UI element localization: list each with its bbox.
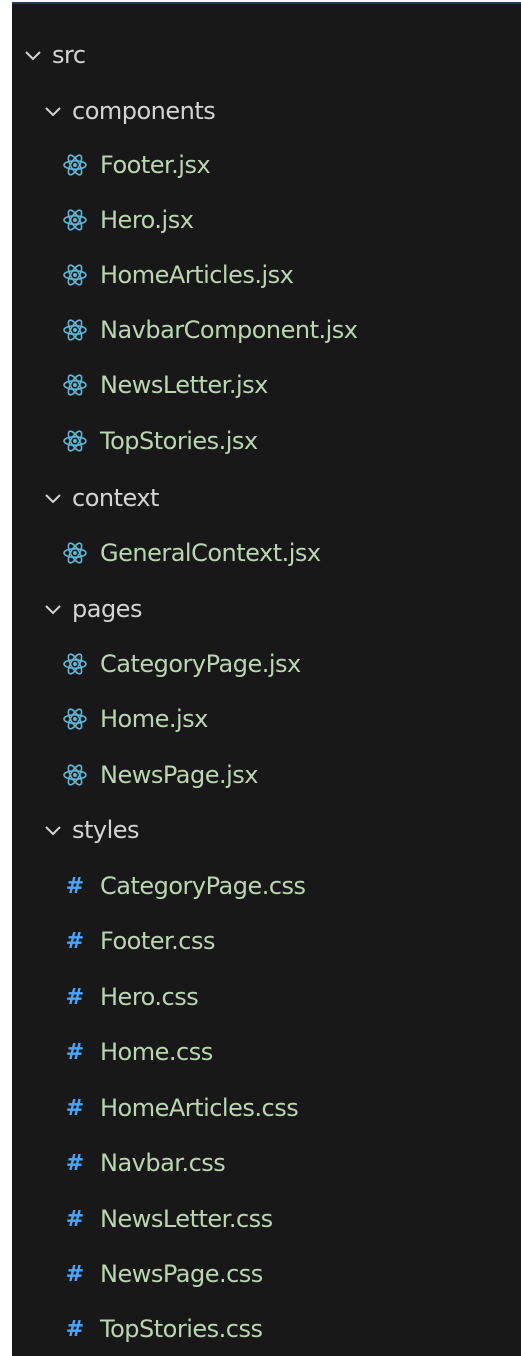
file-topstories-jsx[interactable]: TopStories.jsx [12, 416, 521, 466]
file-newsletter-jsx[interactable]: NewsLetter.jsx [12, 360, 521, 410]
file-categorypage-jsx[interactable]: CategoryPage.jsx [12, 639, 521, 689]
css-hash-icon: # [65, 1316, 85, 1342]
file-label: Hero.jsx [100, 206, 194, 234]
file-label: NewsPage.jsx [100, 761, 258, 789]
file-label: HomeArticles.jsx [100, 261, 294, 289]
css-hash-icon: # [65, 1150, 85, 1176]
react-icon [62, 540, 88, 566]
file-label: NewsLetter.css [100, 1205, 273, 1233]
file-label: NewsLetter.jsx [100, 371, 268, 399]
folder-label: src [52, 41, 86, 69]
folder-pages[interactable]: pages [12, 584, 521, 634]
file-label: Footer.css [100, 927, 216, 955]
file-label: Footer.jsx [100, 151, 211, 179]
react-icon [62, 207, 88, 233]
react-icon [62, 152, 88, 178]
chevron-down-icon[interactable] [42, 819, 64, 841]
file-newsletter-css[interactable]: # NewsLetter.css [12, 1194, 521, 1244]
file-home-jsx[interactable]: Home.jsx [12, 694, 521, 744]
folder-label: styles [72, 816, 140, 844]
react-icon [62, 706, 88, 732]
file-hero-css[interactable]: # Hero.css [12, 972, 521, 1022]
folder-styles[interactable]: styles [12, 805, 521, 855]
file-label: Home.css [100, 1038, 213, 1066]
file-label: TopStories.jsx [100, 427, 258, 455]
css-hash-icon: # [65, 1261, 85, 1287]
folder-label: pages [72, 595, 142, 623]
file-label: Home.jsx [100, 705, 208, 733]
file-label: Navbar.css [100, 1149, 226, 1177]
css-hash-icon: # [65, 984, 85, 1010]
chevron-down-icon[interactable] [42, 598, 64, 620]
file-label: Hero.css [100, 983, 199, 1011]
react-icon [62, 262, 88, 288]
file-explorer-tree: src components Footer.jsx Hero.jsx HomeA… [12, 2, 521, 1356]
chevron-down-icon[interactable] [22, 44, 44, 66]
file-label: NewsPage.css [100, 1260, 263, 1288]
file-homearticles-css[interactable]: # HomeArticles.css [12, 1083, 521, 1133]
react-icon [62, 372, 88, 398]
file-footer-css[interactable]: # Footer.css [12, 916, 521, 966]
file-newspage-jsx[interactable]: NewsPage.jsx [12, 750, 521, 800]
css-hash-icon: # [65, 1039, 85, 1065]
file-footer-jsx[interactable]: Footer.jsx [12, 140, 521, 190]
folder-label: components [72, 97, 216, 125]
react-icon [62, 317, 88, 343]
react-icon [62, 651, 88, 677]
folder-context[interactable]: context [12, 473, 521, 523]
file-label: CategoryPage.css [100, 872, 306, 900]
file-label: HomeArticles.css [100, 1094, 299, 1122]
file-generalcontext-jsx[interactable]: GeneralContext.jsx [12, 528, 521, 578]
file-navbar-css[interactable]: # Navbar.css [12, 1138, 521, 1188]
folder-label: context [72, 484, 159, 512]
folder-src[interactable]: src [12, 30, 521, 80]
file-hero-jsx[interactable]: Hero.jsx [12, 195, 521, 245]
css-hash-icon: # [65, 873, 85, 899]
chevron-down-icon[interactable] [42, 487, 64, 509]
file-newspage-css[interactable]: # NewsPage.css [12, 1249, 521, 1299]
css-hash-icon: # [65, 1206, 85, 1232]
file-label: NavbarComponent.jsx [100, 316, 358, 344]
file-navbarcomponent-jsx[interactable]: NavbarComponent.jsx [12, 305, 521, 355]
react-icon [62, 762, 88, 788]
file-label: TopStories.css [100, 1315, 263, 1343]
chevron-down-icon[interactable] [42, 100, 64, 122]
file-topstories-css[interactable]: # TopStories.css [12, 1304, 521, 1354]
css-hash-icon: # [65, 1095, 85, 1121]
react-icon [62, 428, 88, 454]
folder-components[interactable]: components [12, 86, 521, 136]
file-label: CategoryPage.jsx [100, 650, 301, 678]
file-home-css[interactable]: # Home.css [12, 1027, 521, 1077]
css-hash-icon: # [65, 928, 85, 954]
file-label: GeneralContext.jsx [100, 539, 321, 567]
file-categorypage-css[interactable]: # CategoryPage.css [12, 861, 521, 911]
file-homearticles-jsx[interactable]: HomeArticles.jsx [12, 250, 521, 300]
